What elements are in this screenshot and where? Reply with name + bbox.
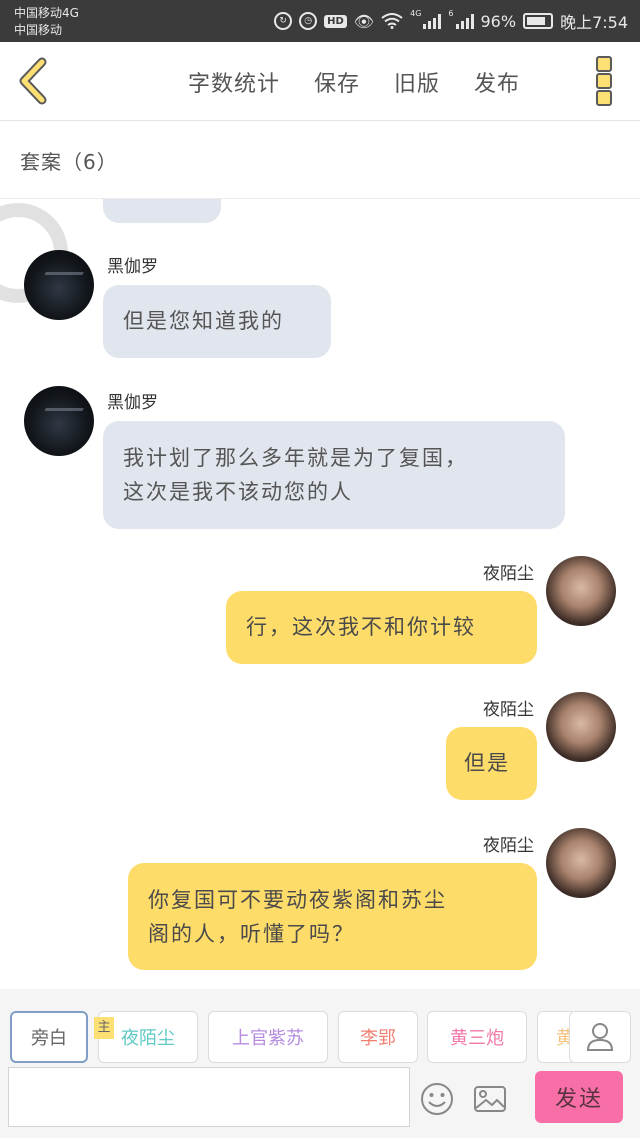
- avatar[interactable]: [546, 828, 616, 898]
- save-button[interactable]: 保存: [314, 66, 360, 98]
- battery-percent: 96%: [480, 11, 517, 31]
- carrier-secondary: 中国移动: [14, 23, 63, 37]
- message-line: 但是: [464, 751, 510, 775]
- role-chip[interactable]: 黄三炮: [427, 1011, 527, 1063]
- message-bubble[interactable]: 我计划了那么多年就是为了复国， 这次是我不该动您的人: [103, 421, 565, 529]
- role-chip[interactable]: 上官紫苏: [208, 1011, 328, 1063]
- message-input[interactable]: [8, 1067, 410, 1127]
- sync-icon: ↻: [274, 12, 293, 30]
- eye-icon: 👁: [353, 11, 375, 31]
- message-line: 行，这次我不和你计较: [246, 615, 476, 639]
- message-line: 这次是我不该动您的人: [123, 480, 353, 504]
- alarm-icon: ◷: [299, 12, 318, 30]
- add-role-button[interactable]: [569, 1011, 631, 1063]
- avatar[interactable]: [546, 556, 616, 626]
- more-menu-icon[interactable]: [596, 56, 614, 106]
- top-toolbar: 字数统计 保存 旧版 发布: [0, 42, 640, 121]
- carrier-primary: 中国移动4G: [14, 6, 79, 20]
- sender-name: 夜陌尘: [483, 564, 534, 584]
- message-line: 我计划了那么多年就是为了复国，: [123, 446, 468, 470]
- image-icon[interactable]: [472, 1081, 508, 1117]
- message-line: 你复国可不要动夜紫阁和苏尘: [148, 888, 447, 912]
- composer-panel: 旁白 夜陌尘 主 上官紫苏 李郢 黄三炮 黄 发送: [0, 989, 640, 1138]
- message-bubble[interactable]: 但是: [446, 727, 537, 800]
- toolbar-actions: 字数统计 保存 旧版 发布: [188, 66, 520, 98]
- hd-icon: HD: [324, 14, 347, 28]
- message-bubble[interactable]: 行，这次我不和你计较: [226, 591, 537, 664]
- signal-bars-2-icon: [455, 13, 474, 29]
- main-role-tag: 主: [94, 1017, 114, 1039]
- old-version-button[interactable]: 旧版: [394, 66, 440, 98]
- message-bubble[interactable]: 你复国可不要动夜紫阁和苏尘 阁的人，听懂了吗？: [128, 863, 537, 970]
- message-bubble[interactable]: 但是您知道我的: [103, 285, 331, 358]
- status-icons: ↻ ◷ HD 👁 4G 6 96% 晚上7:54: [274, 9, 628, 33]
- publish-button[interactable]: 发布: [474, 66, 520, 98]
- wifi-icon: [381, 13, 403, 29]
- clock: 晚上7:54: [560, 13, 628, 32]
- signal-bars-1-icon: [423, 13, 442, 29]
- message-line: 但是您知道我的: [123, 309, 284, 333]
- person-icon: [586, 1023, 614, 1051]
- network-type-2: 6: [448, 9, 454, 18]
- avatar[interactable]: [546, 692, 616, 762]
- sender-name: 夜陌尘: [483, 700, 534, 720]
- chat-list[interactable]: 黑伽罗 但是您知道我的 黑伽罗 我计划了那么多年就是为了复国， 这次是我不该动您…: [0, 199, 640, 989]
- role-chip-narration[interactable]: 旁白: [10, 1011, 88, 1063]
- sender-name: 黑伽罗: [107, 257, 158, 277]
- emoji-icon[interactable]: [419, 1081, 455, 1117]
- sender-name: 黑伽罗: [107, 393, 158, 413]
- status-bar: 中国移动4G 中国移动 ↻ ◷ HD 👁 4G 6 96% 晚上7:54: [0, 0, 640, 42]
- message-line: 阁的人，听懂了吗？: [148, 922, 355, 946]
- avatar[interactable]: [24, 386, 94, 456]
- message-bubble-partial: [103, 199, 221, 223]
- avatar[interactable]: [24, 250, 94, 320]
- word-count-button[interactable]: 字数统计: [188, 66, 280, 98]
- section-title[interactable]: 套案（6）: [20, 146, 118, 175]
- send-button[interactable]: 发送: [535, 1071, 623, 1123]
- network-type-1: 4G: [410, 9, 422, 18]
- battery-icon: [523, 13, 554, 29]
- role-chip[interactable]: 李郢: [338, 1011, 418, 1063]
- sender-name: 夜陌尘: [483, 836, 534, 856]
- back-arrow-icon[interactable]: [14, 56, 54, 106]
